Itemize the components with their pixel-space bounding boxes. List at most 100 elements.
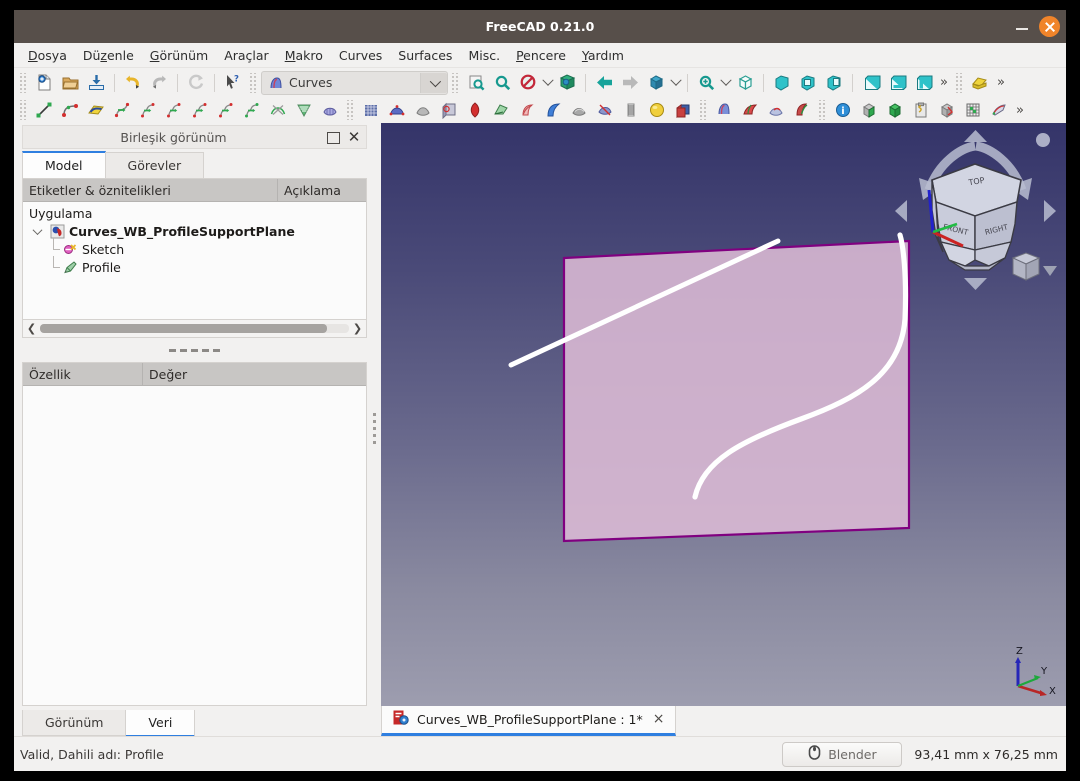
scroll-left-icon[interactable]: ❮ xyxy=(25,322,38,335)
restore-icon[interactable] xyxy=(324,128,342,146)
draw-style-icon[interactable] xyxy=(515,71,541,95)
rear-view-icon[interactable] xyxy=(858,71,884,95)
close-icon[interactable] xyxy=(1039,16,1060,37)
menu-item-gorunum[interactable]: Görünüm xyxy=(142,46,216,65)
profile-support-plane-icon[interactable] xyxy=(566,98,592,122)
isometric-icon[interactable] xyxy=(732,71,758,95)
front-view-icon[interactable] xyxy=(769,71,795,95)
toolbar-overflow-button[interactable]: » xyxy=(1012,103,1028,118)
tree-item-document[interactable]: Curves_WB_ProfileSupportPlane xyxy=(25,222,366,240)
save-document-icon[interactable] xyxy=(83,71,109,95)
back-view-icon[interactable] xyxy=(591,71,617,95)
zebra-stripes-icon[interactable] xyxy=(618,98,644,122)
approximate-curve-icon[interactable] xyxy=(135,98,161,122)
right-view-icon[interactable] xyxy=(821,71,847,95)
toolbar-grip[interactable] xyxy=(19,72,28,93)
segment-surface-icon[interactable] xyxy=(462,98,488,122)
pipeshell-icon[interactable] xyxy=(514,98,540,122)
isocurves-icon[interactable] xyxy=(317,98,343,122)
std-views-icon[interactable] xyxy=(643,71,669,95)
minimize-icon[interactable] xyxy=(1015,20,1029,34)
menu-item-duzenle[interactable]: Düzenle xyxy=(75,46,142,65)
left-view-icon[interactable] xyxy=(910,71,936,95)
chevron-down-icon[interactable] xyxy=(541,71,554,95)
whats-this-icon[interactable]: ? xyxy=(220,71,246,95)
panel-splitter-handle[interactable] xyxy=(22,338,367,362)
scroll-right-icon[interactable]: ❯ xyxy=(351,322,364,335)
toolbar-grip[interactable] xyxy=(19,100,28,120)
discretize-icon[interactable] xyxy=(187,98,213,122)
script-icon[interactable] xyxy=(908,98,934,122)
box-element-icon[interactable] xyxy=(856,98,882,122)
reflect-lines-icon[interactable] xyxy=(789,98,815,122)
sublink-icon[interactable] xyxy=(488,98,514,122)
chevron-down-icon[interactable] xyxy=(31,225,44,238)
tree-root-item[interactable]: Uygulama xyxy=(25,204,366,222)
tree-column-labels[interactable]: Etiketler & öznitelikleri xyxy=(23,179,278,201)
info-icon[interactable]: i xyxy=(830,98,856,122)
solid-icon[interactable] xyxy=(882,98,908,122)
solid-from-shell-icon[interactable] xyxy=(670,98,696,122)
bezier-curve-icon[interactable] xyxy=(57,98,83,122)
3d-viewport[interactable]: TOP FRONT RIGHT Z Y X xyxy=(381,123,1066,706)
join-curve-icon[interactable] xyxy=(213,98,239,122)
property-column-value[interactable]: Değer xyxy=(143,363,366,385)
scrollbar-track[interactable] xyxy=(40,324,349,333)
tree-column-description[interactable]: Açıklama xyxy=(278,179,366,201)
tab-gorevler[interactable]: Görevler xyxy=(104,152,205,178)
split-curve-icon[interactable] xyxy=(239,98,265,122)
hooks-icon[interactable] xyxy=(592,98,618,122)
navigation-style-button[interactable]: Blender xyxy=(782,741,903,767)
menu-item-araclar[interactable]: Araçlar xyxy=(216,46,277,65)
curve-on-surface-icon[interactable] xyxy=(291,98,317,122)
toolbar-grip[interactable] xyxy=(249,72,258,93)
tree-horizontal-scrollbar[interactable]: ❮ ❯ xyxy=(22,320,367,338)
ruled-surface-icon[interactable] xyxy=(410,98,436,122)
toolbar-overflow-button[interactable]: » xyxy=(936,75,952,90)
tab-gorunum[interactable]: Görünüm xyxy=(22,710,127,736)
scrollbar-thumb[interactable] xyxy=(40,324,328,333)
top-view-icon[interactable] xyxy=(795,71,821,95)
undo-icon[interactable] xyxy=(120,71,146,95)
forward-view-icon[interactable] xyxy=(617,71,643,95)
tab-veri[interactable]: Veri xyxy=(125,710,196,738)
toolbar-overflow-button[interactable]: » xyxy=(993,75,1009,90)
chevron-down-icon[interactable] xyxy=(420,72,447,93)
close-icon[interactable]: × xyxy=(651,712,667,726)
menu-item-pencere[interactable]: Pencere xyxy=(508,46,574,65)
parametric-blend-icon[interactable] xyxy=(161,98,187,122)
axonometric-icon[interactable] xyxy=(554,71,580,95)
workbench-selector[interactable]: Curves xyxy=(261,70,448,95)
bottom-view-icon[interactable] xyxy=(884,71,910,95)
document-tab[interactable]: Curves_WB_ProfileSupportPlane : 1* × xyxy=(381,704,676,736)
toolbar-grip[interactable] xyxy=(451,72,460,93)
navigation-cube[interactable]: TOP FRONT RIGHT xyxy=(893,128,1058,293)
toolbar-grip[interactable] xyxy=(699,100,708,120)
new-document-icon[interactable] xyxy=(31,71,57,95)
menu-item-dosya[interactable]: Dosya xyxy=(20,46,75,65)
trim-face-icon[interactable] xyxy=(934,98,960,122)
toolbar-grip[interactable] xyxy=(954,72,964,93)
chevron-down-icon[interactable] xyxy=(669,71,682,95)
toolbar-grip[interactable] xyxy=(818,100,827,120)
menu-item-curves[interactable]: Curves xyxy=(331,46,390,65)
flatten-face-icon[interactable] xyxy=(436,98,462,122)
main-splitter[interactable] xyxy=(367,123,381,736)
sphere-icon[interactable] xyxy=(644,98,670,122)
chevron-down-icon[interactable] xyxy=(719,71,732,95)
interpolation-curve-icon[interactable] xyxy=(109,98,135,122)
tree-item-profile[interactable]: Profile xyxy=(25,256,366,276)
paramvector-icon[interactable] xyxy=(737,98,763,122)
surface-blend-icon[interactable] xyxy=(384,98,410,122)
menu-item-yardim[interactable]: Yardım xyxy=(574,46,632,65)
sketch-on-surface-icon[interactable] xyxy=(986,98,1012,122)
close-icon[interactable]: ✕ xyxy=(345,128,363,146)
line-icon[interactable] xyxy=(31,98,57,122)
grid-icon[interactable] xyxy=(960,98,986,122)
menu-item-surfaces[interactable]: Surfaces xyxy=(390,46,460,65)
property-column-name[interactable]: Özellik xyxy=(23,363,143,385)
zoom-in-icon[interactable] xyxy=(693,71,719,95)
fit-all-icon[interactable] xyxy=(463,71,489,95)
sweep2rails-icon[interactable] xyxy=(540,98,566,122)
tree-item-sketch[interactable]: Sketch xyxy=(25,238,366,258)
